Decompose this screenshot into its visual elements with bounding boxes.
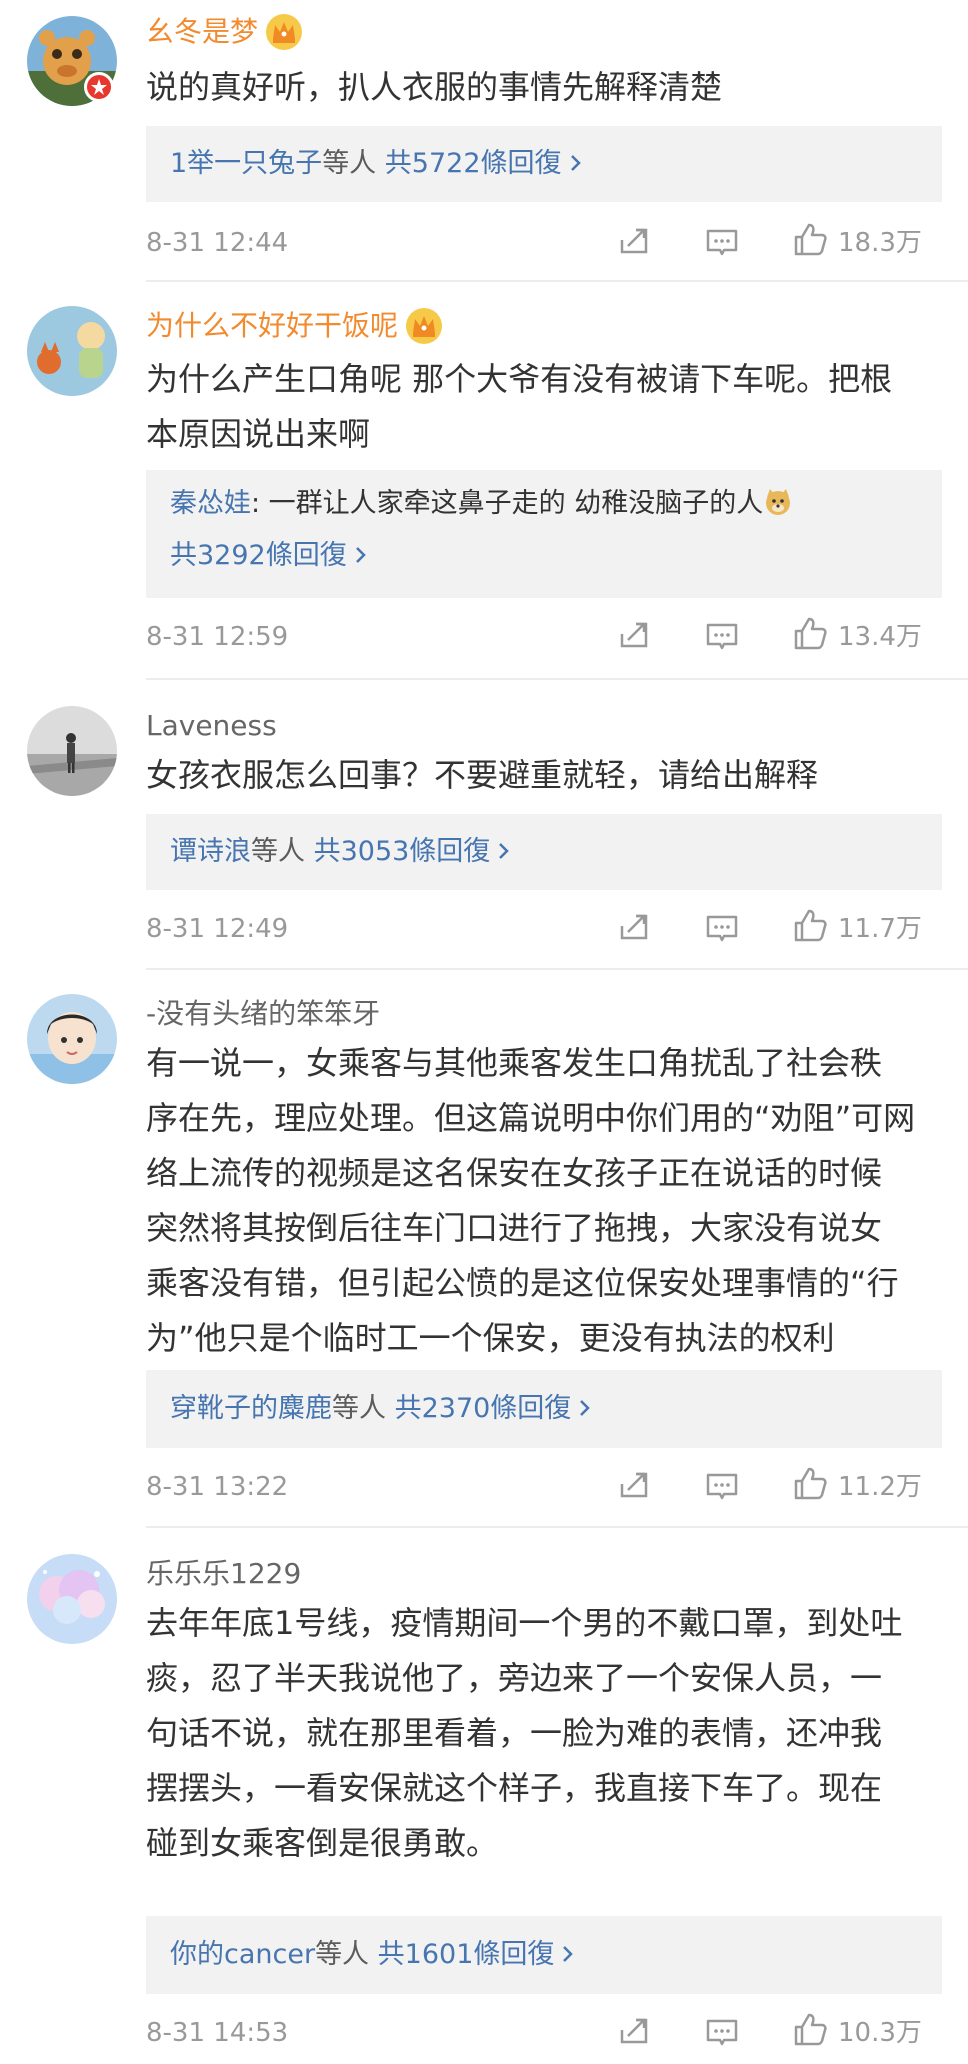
avatar[interactable] <box>27 306 117 396</box>
username[interactable]: -没有头绪的笨笨牙 <box>146 996 380 1032</box>
comment-time: 8-31 12:59 <box>146 622 289 652</box>
comment-text-line: 女孩衣服怎么回事？不要避重就轻，请给出解释 <box>146 756 819 794</box>
username[interactable]: Laveness <box>146 708 277 744</box>
comment-text-line: 去年年底1号线，疫情期间一个男的不戴口罩，到处吐 <box>146 1604 903 1642</box>
share-icon[interactable] <box>614 616 654 656</box>
username[interactable]: 为什么不好好干饭呢 <box>146 308 398 344</box>
reply-summary[interactable]: 共3292條回復 <box>170 524 942 576</box>
thumbs-up-icon[interactable] <box>790 1464 830 1504</box>
avatar[interactable] <box>27 706 117 796</box>
comment-time: 8-31 12:44 <box>146 228 289 258</box>
verified-badge-icon <box>84 72 114 102</box>
comment-text-line: 序在先，理应处理。但这篇说明中你们用的“劝阻”可网 <box>146 1099 916 1137</box>
reply-quote[interactable]: 秦怂娃: 一群让人家牵这鼻子走的 幼稚没脑子的人 <box>170 470 942 524</box>
chevron-right-icon <box>563 1946 574 1962</box>
comment-text-line: 句话不说，就在那里看着，一脸为难的表情，还冲我 <box>146 1714 883 1752</box>
comment-text: 为什么产生口角呢 那个大爷有没有被请下车呢。把根 本原因说出来啊 <box>146 352 946 462</box>
comment-5: 乐乐乐1229 去年年底1号线，疫情期间一个男的不戴口罩，到处吐 痰，忍了半天我… <box>0 1528 968 2064</box>
comment-text-line: 碰到女乘客倒是很勇敢。 <box>146 1824 499 1862</box>
reply-users[interactable]: 1举一只兔子 <box>170 148 322 179</box>
chevron-right-icon <box>570 155 581 171</box>
like-count: 10.3万 <box>838 2018 922 2048</box>
comment-3: Laveness 女孩衣服怎么回事？不要避重就轻，请给出解释 谭诗浪等人 共30… <box>0 680 968 968</box>
like-count: 13.4万 <box>838 622 922 652</box>
comment-time: 8-31 12:49 <box>146 914 289 944</box>
reply-users-suffix: 等人 <box>322 148 377 179</box>
reply-preview-box[interactable]: 你的cancer等人 共1601條回復 <box>146 1916 942 1994</box>
doge-emoji-icon <box>766 489 791 515</box>
username[interactable]: 幺冬是梦 <box>146 14 258 50</box>
reply-summary[interactable]: 谭诗浪等人 共3053條回復 <box>170 814 942 872</box>
reply-summary[interactable]: 穿靴子的麋鹿等人 共2370條回復 <box>170 1370 942 1429</box>
reply-preview-box[interactable]: 谭诗浪等人 共3053條回復 <box>146 814 942 890</box>
crown-icon <box>266 14 302 50</box>
comment-time: 8-31 14:53 <box>146 2018 289 2048</box>
reply-count-link[interactable]: 共1601條回復 <box>378 1939 555 1970</box>
reply-summary[interactable]: 1举一只兔子等人 共5722條回復 <box>170 126 942 184</box>
reply-count-link[interactable]: 共3292條回復 <box>170 540 347 571</box>
comment-text-line: 本原因说出来啊 <box>146 415 371 453</box>
reply-users[interactable]: 你的cancer <box>170 1939 315 1970</box>
thumbs-up-icon[interactable] <box>790 614 830 654</box>
like-count: 18.3万 <box>838 228 922 258</box>
avatar[interactable] <box>27 994 117 1084</box>
thumbs-up-icon[interactable] <box>790 2010 830 2050</box>
thumbs-up-icon[interactable] <box>790 220 830 260</box>
comment-text-line: 为什么产生口角呢 那个大爷有没有被请下车呢。把根 <box>146 360 893 398</box>
comment-1: 幺冬是梦 说的真好听，扒人衣服的事情先解释清楚 1举一只兔子等人 共5722條回… <box>0 0 968 280</box>
share-icon[interactable] <box>614 2012 654 2052</box>
crown-icon <box>406 308 442 344</box>
comment-2: 为什么不好好干饭呢 为什么产生口角呢 那个大爷有没有被请下车呢。把根 本原因说出… <box>0 282 968 678</box>
reply-users[interactable]: 谭诗浪 <box>170 836 251 867</box>
comment-text-line: 有一说一，女乘客与其他乘客发生口角扰乱了社会秩 <box>146 1044 883 1082</box>
chevron-right-icon <box>499 843 510 859</box>
comment-time: 8-31 13:22 <box>146 1472 289 1502</box>
comment-icon[interactable] <box>702 222 742 262</box>
comment-icon[interactable] <box>702 908 742 948</box>
chevron-right-icon <box>355 547 366 563</box>
comment-text: 有一说一，女乘客与其他乘客发生口角扰乱了社会秩 序在先，理应处理。但这篇说明中你… <box>146 1036 946 1366</box>
comment-text: 女孩衣服怎么回事？不要避重就轻，请给出解释 <box>146 748 946 803</box>
reply-quote-text: : 一群让人家牵这鼻子走的 幼稚没脑子的人 <box>251 488 764 519</box>
reply-quote-user[interactable]: 秦怂娃 <box>170 488 251 519</box>
like-count: 11.2万 <box>838 1472 922 1502</box>
comment-text-line: 突然将其按倒后往车门口进行了拖拽，大家没有说女 <box>146 1209 883 1247</box>
share-icon[interactable] <box>614 222 654 262</box>
reply-users-suffix: 等人 <box>332 1393 386 1424</box>
share-icon[interactable] <box>614 1466 654 1506</box>
comment-icon[interactable] <box>702 616 742 656</box>
comment-text-line: 痰，忍了半天我说他了，旁边来了一个安保人员，一 <box>146 1659 883 1697</box>
comment-text: 说的真好听，扒人衣服的事情先解释清楚 <box>146 60 946 115</box>
reply-summary[interactable]: 你的cancer等人 共1601條回復 <box>170 1916 942 1975</box>
comment-icon[interactable] <box>702 2012 742 2052</box>
comment-text-line: 说的真好听，扒人衣服的事情先解释清楚 <box>146 68 723 106</box>
comment-icon[interactable] <box>702 1466 742 1506</box>
comment-text-line: 乘客没有错，但引起公愤的是这位保安处理事情的“行 <box>146 1264 899 1302</box>
share-icon[interactable] <box>614 908 654 948</box>
username[interactable]: 乐乐乐1229 <box>146 1556 301 1592</box>
reply-users[interactable]: 穿靴子的麋鹿 <box>170 1393 332 1424</box>
reply-preview-box[interactable]: 1举一只兔子等人 共5722條回復 <box>146 126 942 202</box>
avatar[interactable] <box>27 1554 117 1644</box>
comment-4: -没有头绪的笨笨牙 有一说一，女乘客与其他乘客发生口角扰乱了社会秩 序在先，理应… <box>0 970 968 1526</box>
comment-text-line: 摆摆头，一看安保就这个样子，我直接下车了。现在 <box>146 1769 883 1807</box>
reply-users-suffix: 等人 <box>315 1939 370 1970</box>
reply-count-link[interactable]: 共2370條回復 <box>395 1393 572 1424</box>
chevron-right-icon <box>580 1400 591 1416</box>
like-count: 11.7万 <box>838 914 922 944</box>
comment-text-line: 络上流传的视频是这名保安在女孩子正在说话的时候 <box>146 1154 883 1192</box>
thumbs-up-icon[interactable] <box>790 906 830 946</box>
comment-text: 去年年底1号线，疫情期间一个男的不戴口罩，到处吐 痰，忍了半天我说他了，旁边来了… <box>146 1596 946 1871</box>
reply-count-link[interactable]: 共3053條回復 <box>314 836 491 867</box>
reply-preview-box[interactable]: 秦怂娃: 一群让人家牵这鼻子走的 幼稚没脑子的人 共3292條回復 <box>146 470 942 598</box>
reply-preview-box[interactable]: 穿靴子的麋鹿等人 共2370條回復 <box>146 1370 942 1448</box>
reply-count-link[interactable]: 共5722條回復 <box>385 148 562 179</box>
reply-users-suffix: 等人 <box>251 836 305 867</box>
comment-text-line: 为”他只是个临时工一个保安，更没有执法的权利 <box>146 1319 835 1357</box>
